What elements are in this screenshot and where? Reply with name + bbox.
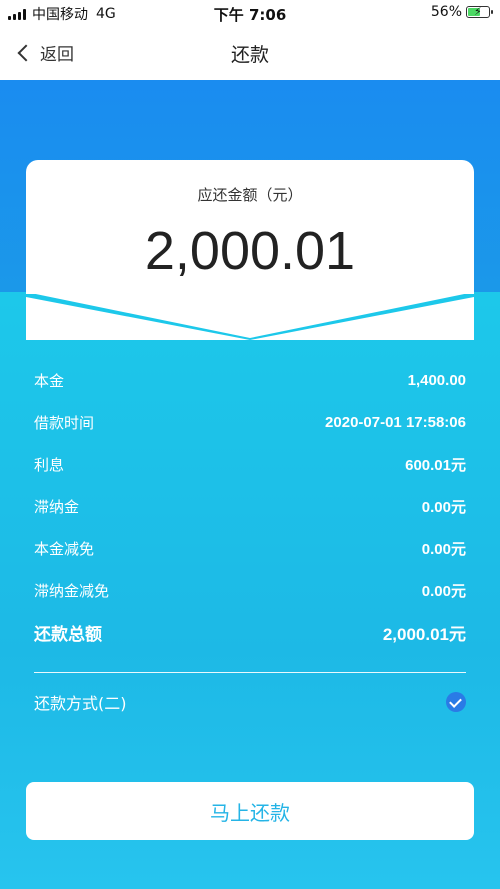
detail-value: 1,400.00 [407,371,466,389]
battery-percent: 56% [430,4,462,20]
payment-method-option[interactable]: 还款方式(二) [34,690,466,714]
charging-icon: ⚡ [474,5,482,18]
detail-row-principal-waiver: 本金减免 0.00元 [34,536,466,560]
detail-value: 0.00元 [421,582,466,600]
detail-row-late-fee-waiver: 滞纳金减免 0.00元 [34,578,466,602]
detail-row-total: 还款总额 2,000.01元 [34,620,466,645]
detail-row-borrow-time: 借款时间 2020-07-01 17:58:06 [34,410,466,434]
detail-row-principal: 本金 1,400.00 [34,368,466,392]
card-fold-shape [0,292,500,340]
divider [34,672,466,673]
repay-now-button[interactable]: 马上还款 [26,782,474,840]
detail-value: 0.00元 [421,540,466,558]
total-value: 2,000.01元 [382,624,466,644]
battery-icon: ⚡ [466,5,493,18]
checkmark-icon[interactable] [446,692,466,712]
detail-label: 滞纳金 [34,497,80,516]
detail-label: 利息 [34,455,65,474]
status-time: 下午 7:06 [213,6,287,24]
detail-value: 600.01元 [405,456,466,474]
status-bar: 中国移动 4G 下午 7:06 56% ⚡ [0,0,500,26]
detail-label: 本金减免 [34,539,95,558]
detail-value: 2020-07-01 17:58:06 [325,413,466,431]
detail-label: 本金 [34,371,65,390]
detail-row-interest: 利息 600.01元 [34,452,466,476]
main-content: 应还金额（元） 2,000.01 本金 1,400.00 借款时间 2020-0… [0,80,500,889]
amount-label: 应还金额（元） [197,186,303,204]
payment-method-label: 还款方式(二) [34,694,127,713]
amount-value: 2,000.01 [144,221,356,281]
detail-label: 借款时间 [34,413,95,432]
detail-label: 滞纳金减免 [34,581,110,600]
detail-row-late-fee: 滞纳金 0.00元 [34,494,466,518]
page-title: 还款 [230,44,269,66]
total-label: 还款总额 [34,624,102,645]
nav-bar: 返回 还款 [0,26,500,80]
detail-value: 0.00元 [421,498,466,516]
status-right: 56% ⚡ [430,4,493,20]
